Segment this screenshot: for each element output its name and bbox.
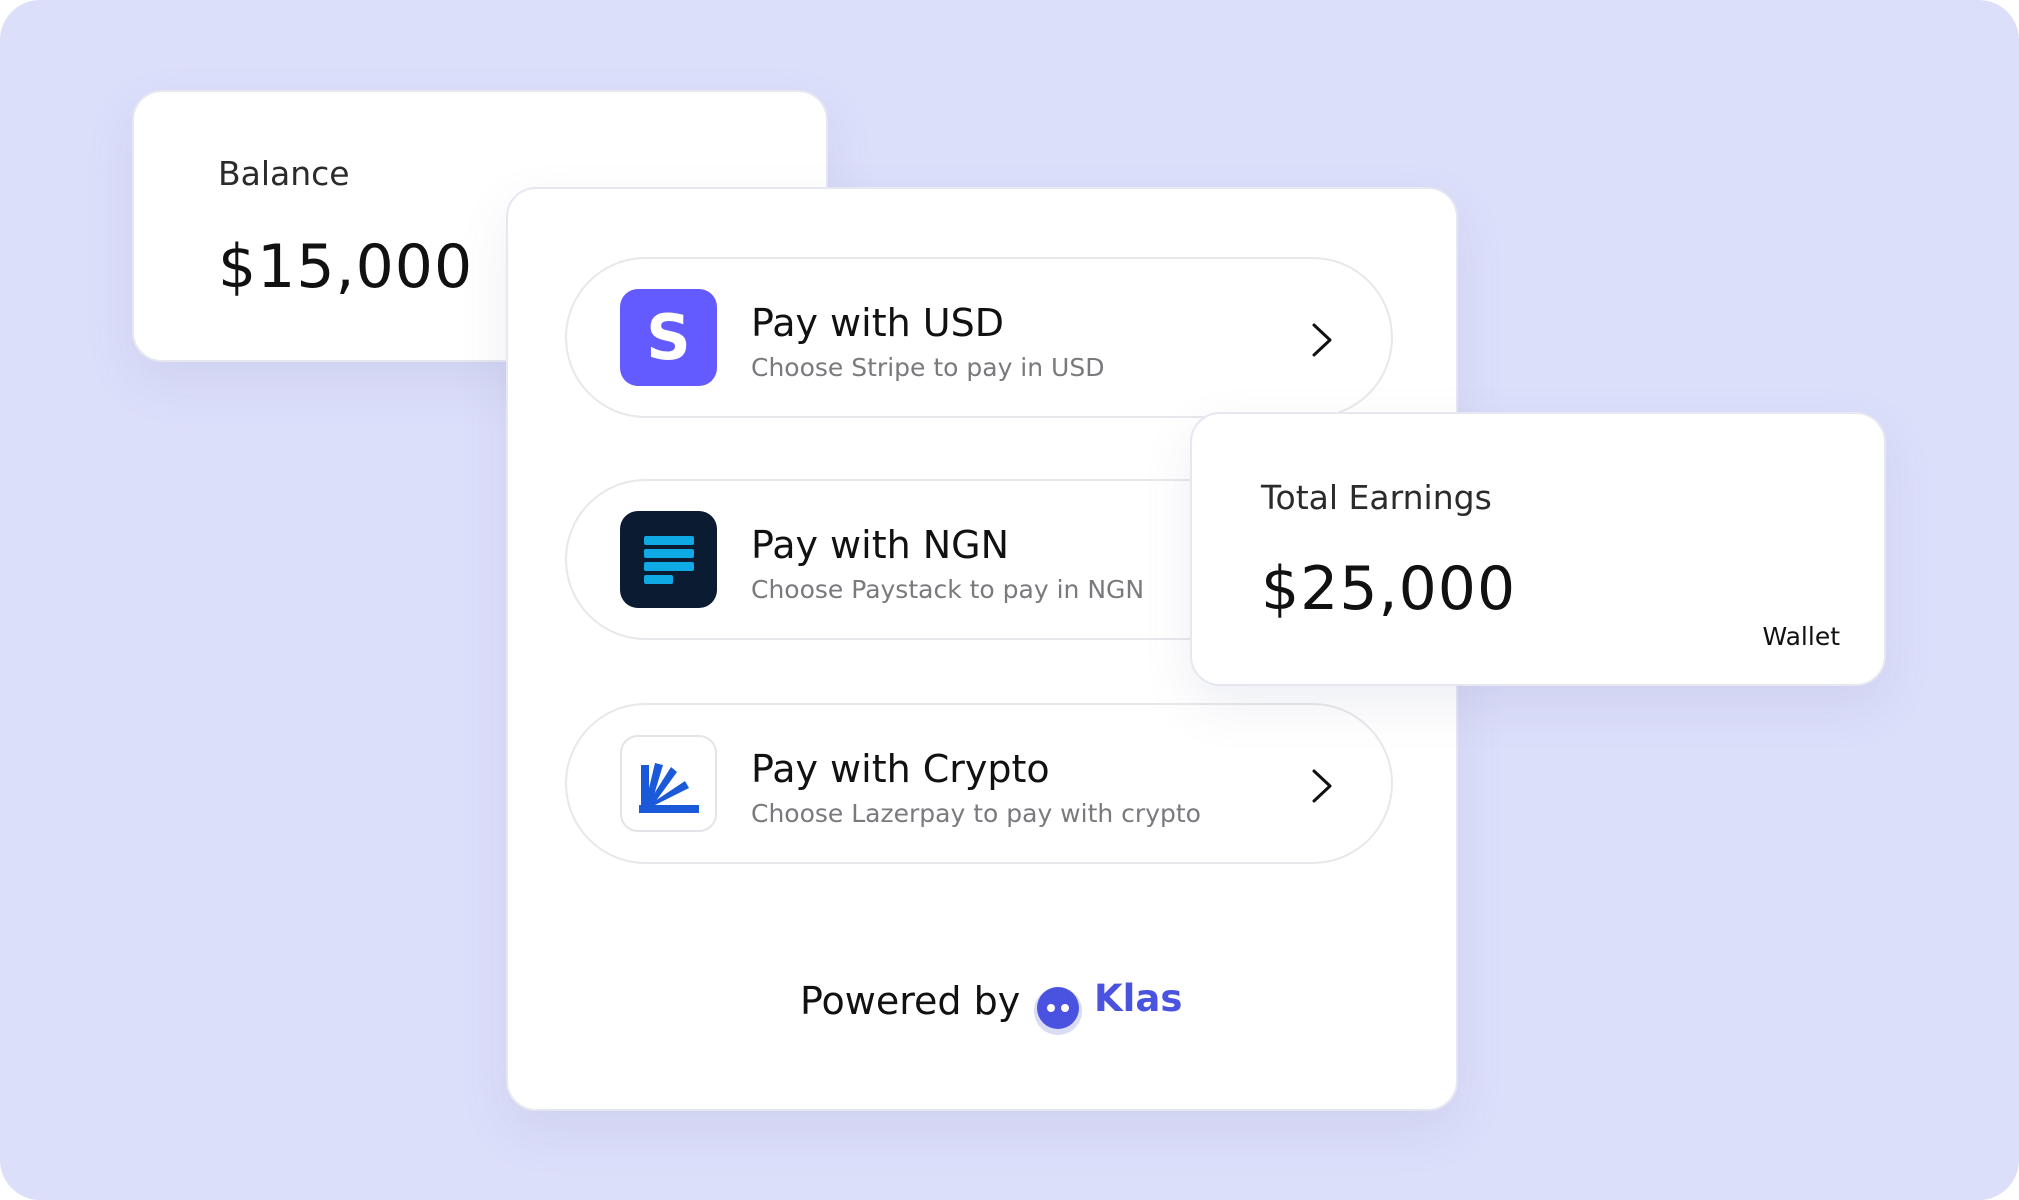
pay-with-usd-option[interactable]: S Pay with USD Choose Stripe to pay in U… xyxy=(565,257,1393,418)
wallet-tag: Wallet xyxy=(1762,622,1840,651)
chevron-right-icon[interactable] xyxy=(1305,767,1339,805)
stripe-logo-letter: S xyxy=(646,300,691,374)
option-title: Pay with USD xyxy=(751,301,1004,345)
balance-label: Balance xyxy=(218,154,350,193)
background-canvas: Balance $15,000 S Pay with USD Choose St… xyxy=(0,0,2019,1200)
stripe-logo-icon: S xyxy=(620,289,717,386)
option-title: Pay with Crypto xyxy=(751,747,1050,791)
pay-with-crypto-option[interactable]: Pay with Crypto Choose Lazerpay to pay w… xyxy=(565,703,1393,864)
klas-brand-name[interactable]: Klas xyxy=(1094,977,1182,1020)
earnings-amount: $25,000 xyxy=(1261,554,1517,624)
earnings-label: Total Earnings xyxy=(1261,478,1492,517)
total-earnings-card: Total Earnings $25,000 Wallet xyxy=(1190,412,1886,686)
lazerpay-rays-graphic xyxy=(638,762,699,813)
option-title: Pay with NGN xyxy=(751,523,1010,567)
klas-logo-icon xyxy=(1034,987,1082,1035)
paystack-bars-graphic xyxy=(643,535,694,584)
lazerpay-logo-icon xyxy=(620,735,717,832)
option-subtitle: Choose Paystack to pay in NGN xyxy=(751,575,1145,604)
chevron-right-icon[interactable] xyxy=(1305,321,1339,359)
powered-by-label: Powered by xyxy=(800,979,1021,1023)
paystack-logo-icon xyxy=(620,511,717,608)
option-subtitle: Choose Stripe to pay in USD xyxy=(751,353,1105,382)
option-subtitle: Choose Lazerpay to pay with crypto xyxy=(751,799,1201,828)
balance-amount: $15,000 xyxy=(218,232,474,302)
